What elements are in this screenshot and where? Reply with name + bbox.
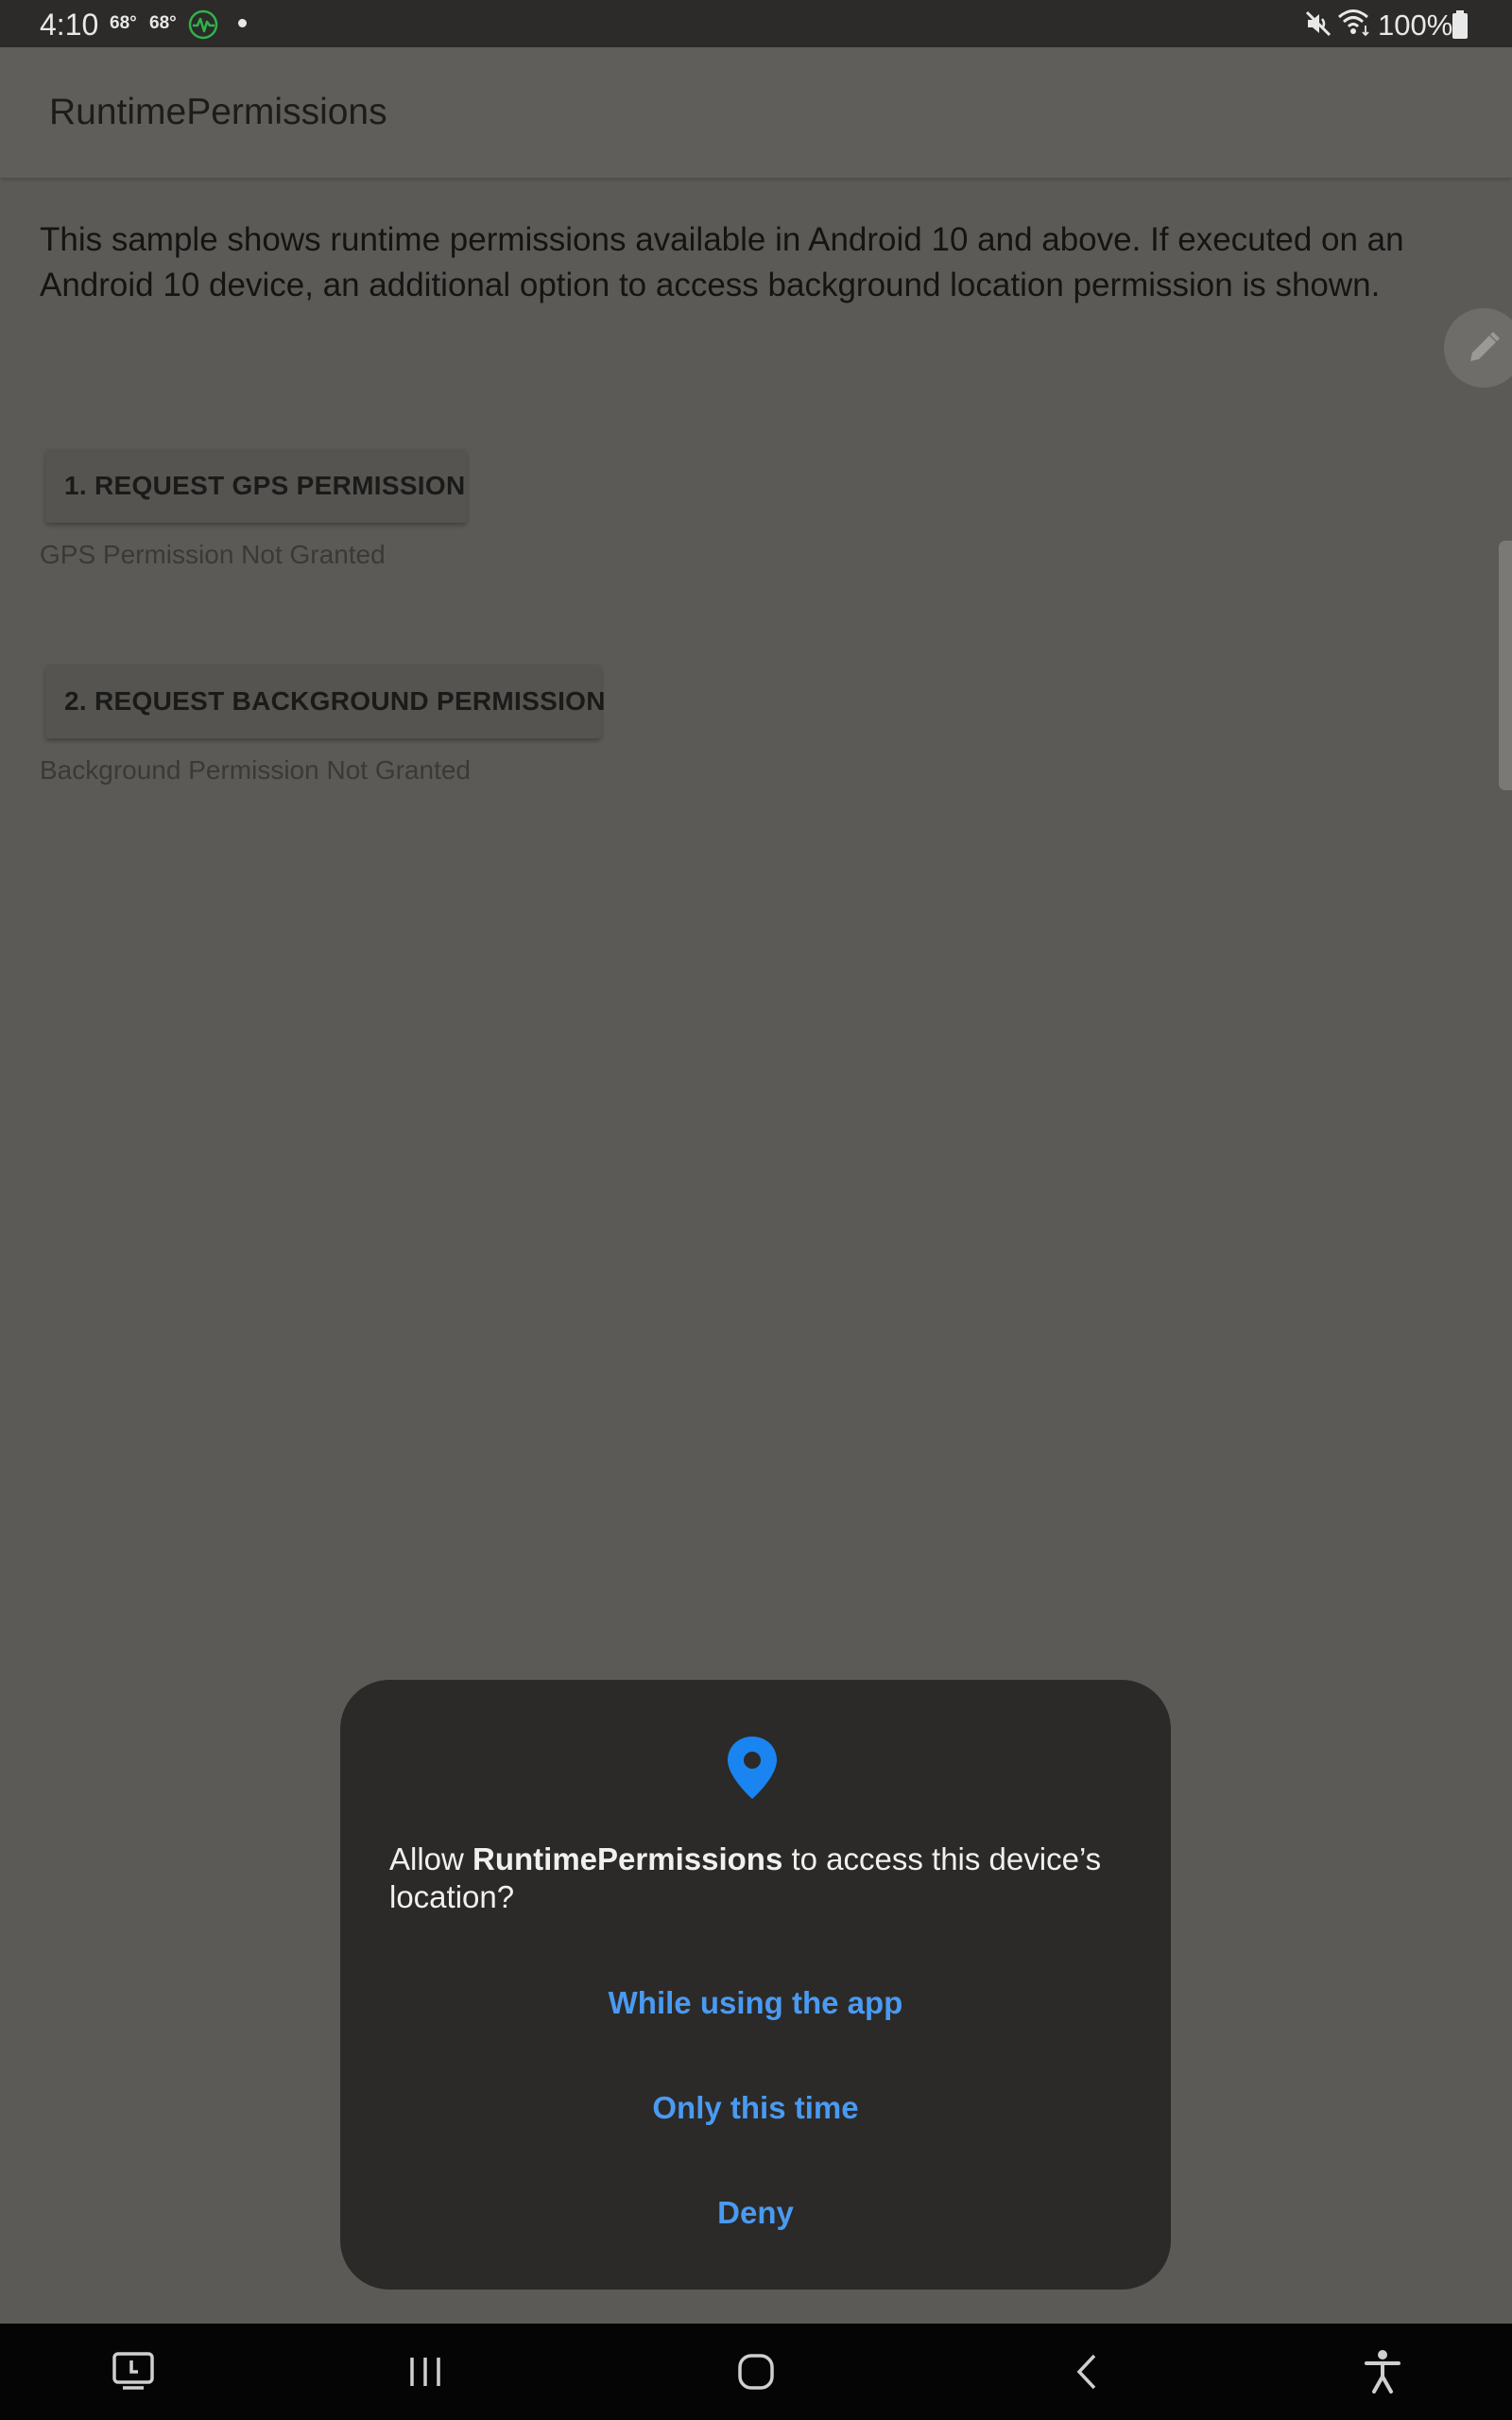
mute-icon: [1302, 8, 1334, 40]
deny-button[interactable]: Deny: [340, 2192, 1171, 2234]
dialog-message: Allow RuntimePermissions to access this …: [389, 1841, 1136, 1916]
scrollbar-thumb[interactable]: [1499, 541, 1512, 790]
home-icon[interactable]: [732, 2348, 780, 2395]
edit-button[interactable]: [1444, 308, 1512, 388]
location-pin-icon: [726, 1735, 779, 1801]
background-permission-status: Background Permission Not Granted: [40, 755, 471, 785]
recents-icon[interactable]: [402, 2348, 449, 2395]
description-text: This sample shows runtime permissions av…: [40, 221, 1404, 303]
request-gps-permission-button[interactable]: 1. REQUEST GPS PERMISSION: [45, 449, 467, 523]
allow-while-using-app-button[interactable]: While using the app: [340, 1982, 1171, 2024]
dialog-app-name: RuntimePermissions: [472, 1841, 783, 1876]
status-temperature-2: 68°: [149, 13, 177, 33]
navigation-bar: [0, 2324, 1512, 2420]
request-background-permission-button[interactable]: 2. REQUEST BACKGROUND PERMISSION: [45, 665, 605, 738]
wifi-icon: [1336, 6, 1374, 40]
status-time: 4:10: [40, 8, 99, 42]
app-bar: RuntimePermissions: [0, 47, 1512, 178]
allow-only-this-time-button[interactable]: Only this time: [340, 2087, 1171, 2129]
recent-apps-icon[interactable]: [110, 2348, 157, 2395]
edit-icon: [1470, 332, 1500, 361]
dialog-message-prefix: Allow: [389, 1841, 473, 1876]
back-icon[interactable]: [1064, 2348, 1111, 2395]
gps-permission-status: GPS Permission Not Granted: [40, 540, 386, 569]
status-temperature-1: 68°: [110, 13, 137, 33]
app-title: RuntimePermissions: [49, 92, 387, 132]
status-bar: 4:10 68° 68° 100%: [0, 0, 1512, 47]
activity-app-icon: [187, 9, 221, 40]
notification-dot: [238, 19, 247, 27]
location-permission-dialog: Allow RuntimePermissions to access this …: [340, 1680, 1171, 2290]
accessibility-icon[interactable]: [1359, 2348, 1406, 2395]
battery-percent: 100%: [1378, 9, 1453, 42]
battery-icon: [1452, 10, 1469, 39]
